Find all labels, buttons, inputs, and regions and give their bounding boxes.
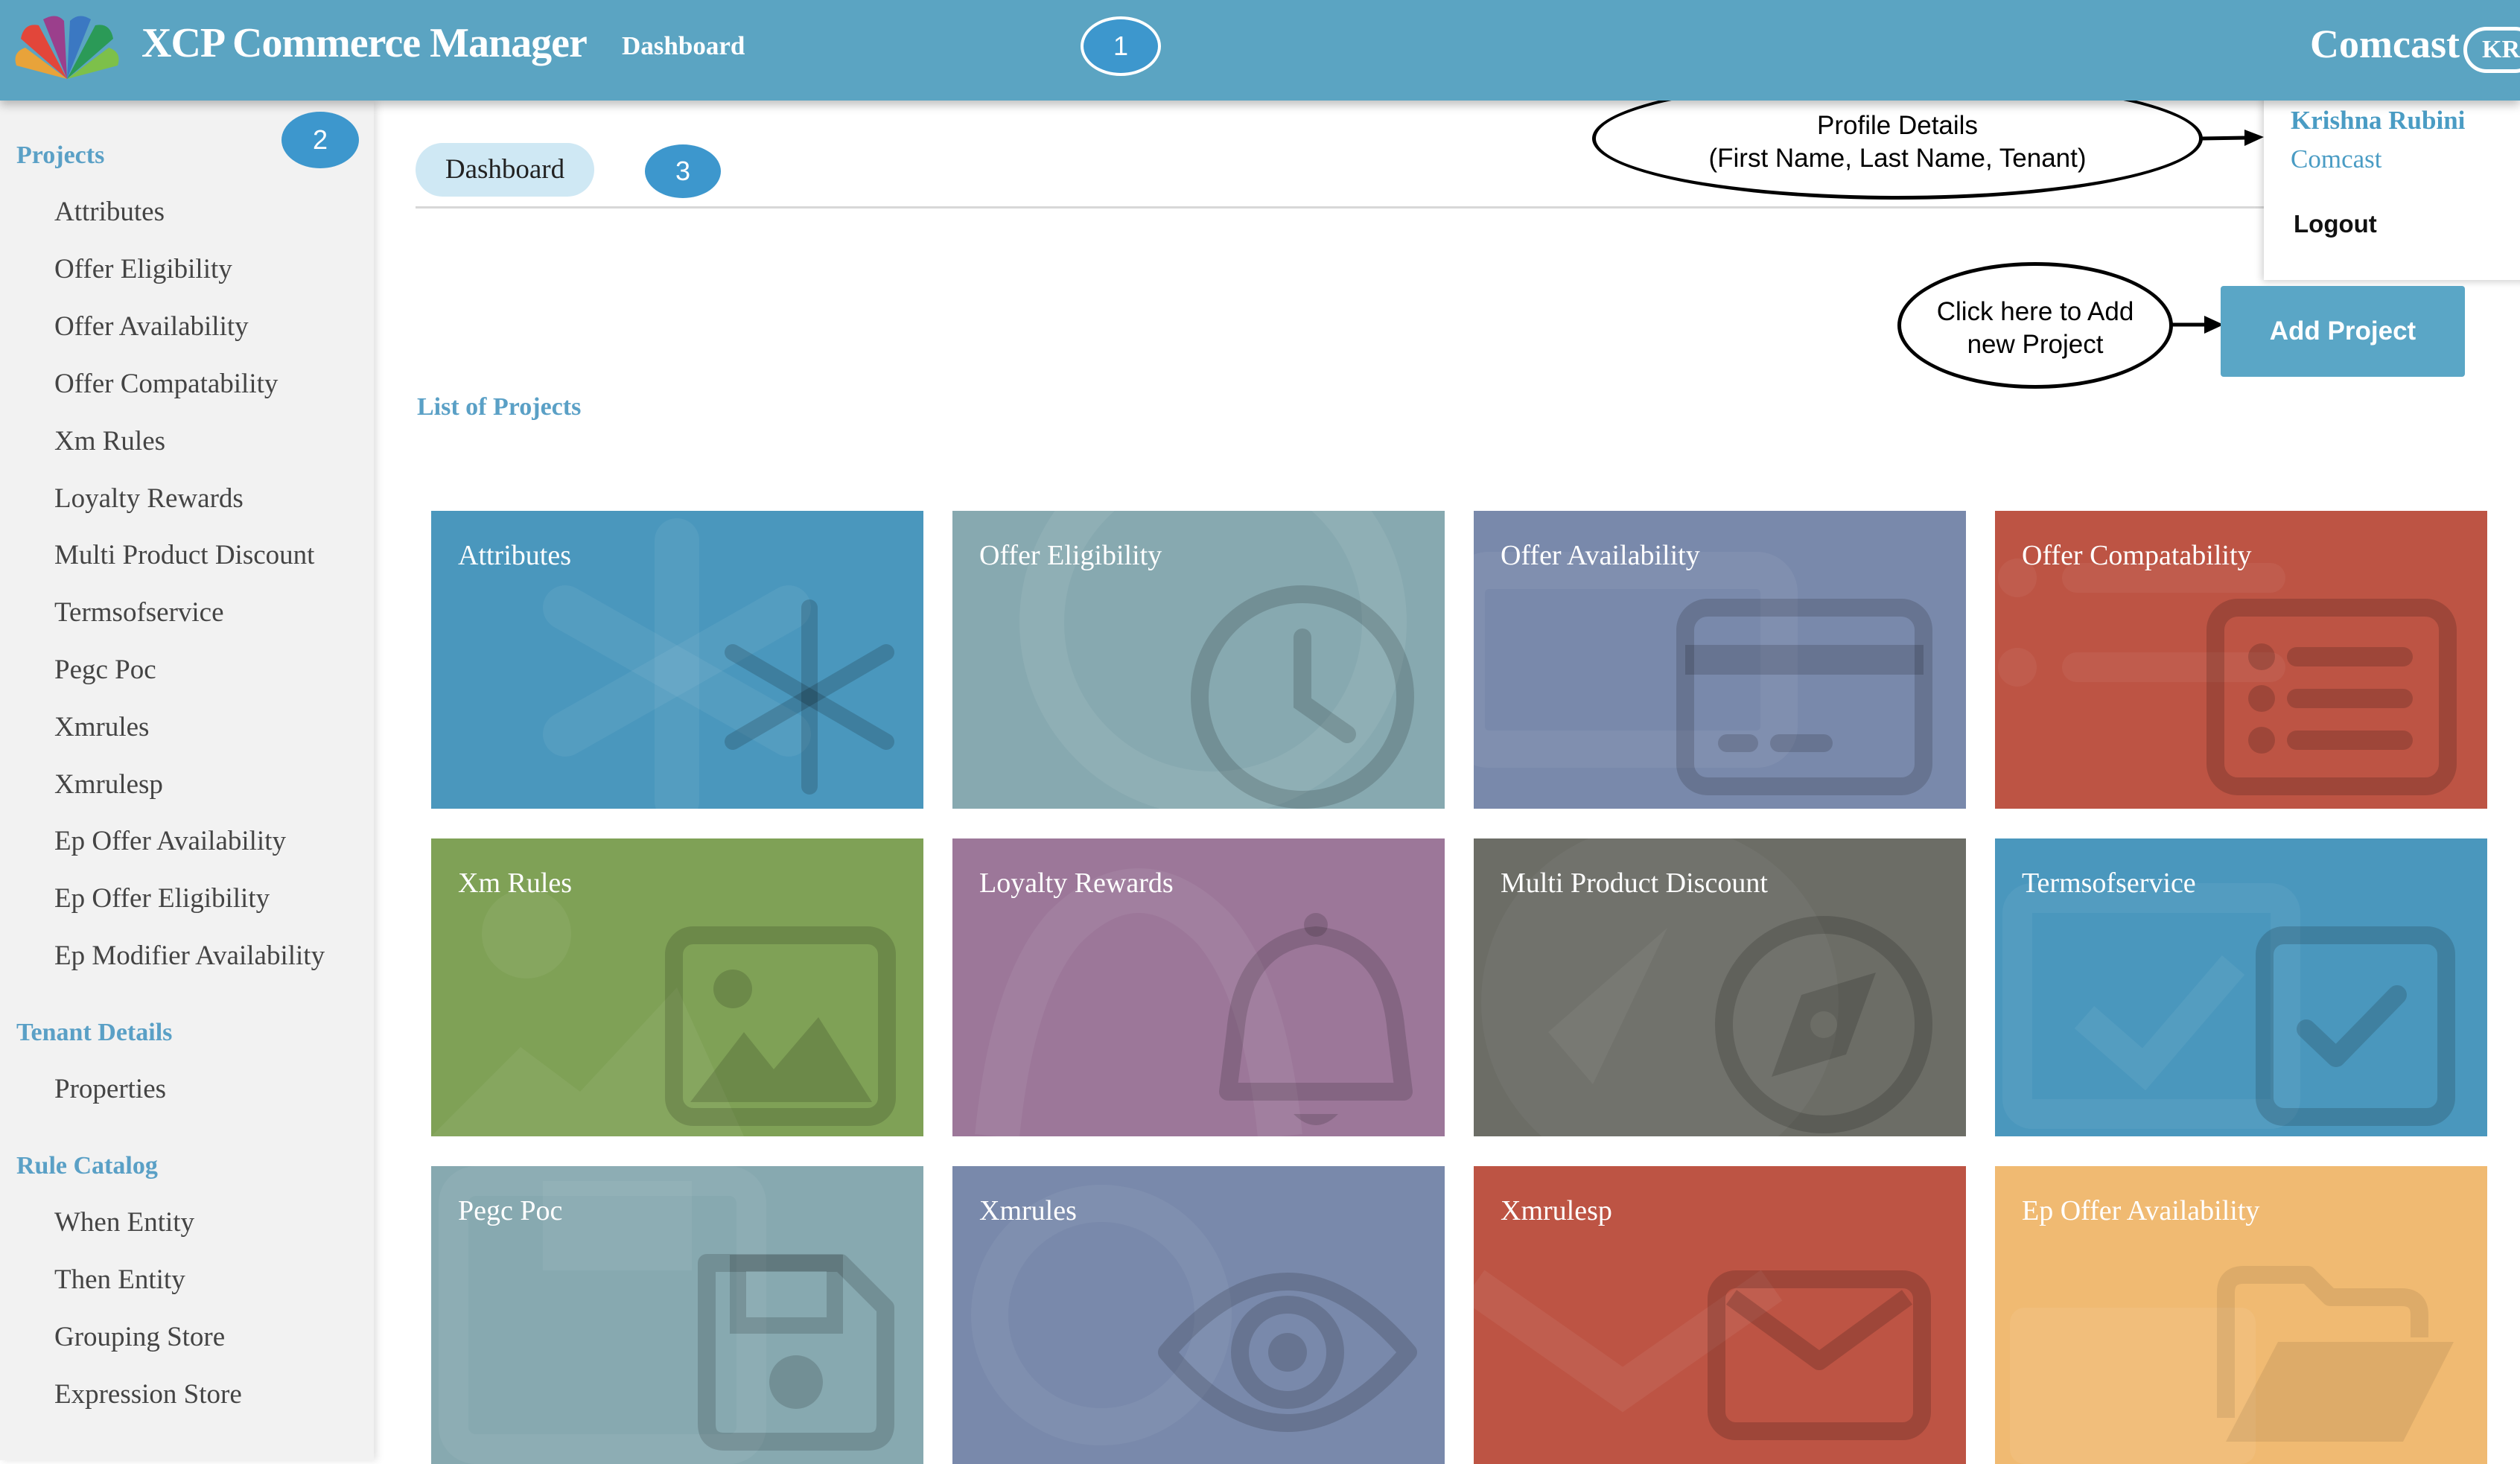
sidebar-section-projects[interactable]: Projects bbox=[16, 141, 104, 170]
tab-dashboard[interactable]: Dashboard bbox=[416, 143, 594, 197]
tile-label: Xmrules bbox=[979, 1195, 1077, 1226]
add-callout-line2: new Project bbox=[1967, 330, 2104, 359]
sidebar-item-expression-store[interactable]: Expression Store bbox=[54, 1378, 242, 1410]
sidebar-item-xm-rules[interactable]: Xm Rules bbox=[54, 425, 165, 457]
profile-tenant: Comcast bbox=[2291, 144, 2382, 174]
profile-callout-line2: (First Name, Last Name, Tenant) bbox=[1708, 144, 2087, 173]
callout-marker-3: 3 bbox=[645, 144, 721, 198]
nav-dashboard-link[interactable]: Dashboard bbox=[622, 31, 745, 61]
profile-arrow-icon bbox=[2201, 130, 2264, 146]
sidebar-item-loyalty-rewards[interactable]: Loyalty Rewards bbox=[54, 483, 244, 515]
sidebar-item-multi-product-discount[interactable]: Multi Product Discount bbox=[54, 539, 314, 571]
tile-label: Xmrulesp bbox=[1501, 1195, 1612, 1226]
add-project-callout: Click here to Add new Project bbox=[1897, 262, 2173, 389]
profile-dropdown: Krishna Rubini Comcast Logout bbox=[2264, 74, 2520, 280]
tile-label: Multi Product Discount bbox=[1501, 868, 1768, 899]
tile-label: Pegc Poc bbox=[458, 1195, 563, 1226]
tile-label: Offer Availability bbox=[1501, 540, 1700, 571]
profile-callout-line1: Profile Details bbox=[1817, 111, 1978, 140]
sidebar-section-rule-catalog[interactable]: Rule Catalog bbox=[16, 1152, 158, 1180]
sidebar-item-offer-compatability[interactable]: Offer Compatability bbox=[54, 368, 278, 400]
project-tile-offer-compatability[interactable]: Offer Compatability bbox=[1995, 511, 2487, 809]
sidebar-item-xmrulesp[interactable]: Xmrulesp bbox=[54, 768, 163, 801]
sidebar-item-attributes[interactable]: Attributes bbox=[54, 196, 165, 228]
project-tile-xmrules[interactable]: Xmrules bbox=[952, 1166, 1445, 1464]
tile-label: Ep Offer Availability bbox=[2022, 1195, 2260, 1226]
sidebar: Projects Attributes Offer Eligibility Of… bbox=[0, 101, 374, 1460]
sidebar-item-properties[interactable]: Properties bbox=[54, 1073, 166, 1105]
project-tile-xm-rules[interactable]: Xm Rules bbox=[431, 838, 923, 1136]
add-callout-line1: Click here to Add bbox=[1936, 297, 2134, 326]
sidebar-item-termsofservice[interactable]: Termsofservice bbox=[54, 596, 224, 628]
app-title[interactable]: XCP Commerce Manager bbox=[141, 19, 588, 67]
callout-marker-1: 1 bbox=[1081, 16, 1161, 76]
logout-button[interactable]: Logout bbox=[2294, 210, 2377, 238]
project-tile-ep-offer-availability[interactable]: Ep Offer Availability bbox=[1995, 1166, 2487, 1464]
sidebar-item-xmrules[interactable]: Xmrules bbox=[54, 711, 149, 743]
project-tile-pegc-poc[interactable]: Pegc Poc bbox=[431, 1166, 923, 1464]
project-tile-offer-availability[interactable]: Offer Availability bbox=[1474, 511, 1966, 809]
top-bar: XCP Commerce Manager Dashboard Comcast K… bbox=[0, 0, 2520, 101]
sidebar-item-offer-eligibility[interactable]: Offer Eligibility bbox=[54, 253, 232, 285]
sidebar-item-offer-availability[interactable]: Offer Availability bbox=[54, 311, 249, 343]
project-tile-attributes[interactable]: Attributes bbox=[431, 511, 923, 809]
tile-label: Termsofservice bbox=[2022, 868, 2196, 899]
add-project-arrow-icon bbox=[2171, 316, 2224, 334]
avatar[interactable]: KR bbox=[2463, 27, 2520, 73]
project-tile-loyalty-rewards[interactable]: Loyalty Rewards bbox=[952, 838, 1445, 1136]
tile-label: Loyalty Rewards bbox=[979, 868, 1174, 899]
sidebar-item-grouping-store[interactable]: Grouping Store bbox=[54, 1321, 225, 1353]
project-tile-offer-eligibility[interactable]: Offer Eligibility bbox=[952, 511, 1445, 809]
tile-label: Attributes bbox=[458, 540, 571, 571]
tile-label: Offer Eligibility bbox=[979, 540, 1162, 571]
sidebar-item-ep-offer-availability[interactable]: Ep Offer Availability bbox=[54, 825, 286, 857]
tenant-name: Comcast bbox=[2310, 22, 2460, 66]
peacock-logo-icon[interactable] bbox=[10, 13, 124, 82]
tab-divider bbox=[416, 206, 2520, 209]
tile-label: Offer Compatability bbox=[2022, 540, 2252, 571]
sidebar-section-tenant-details[interactable]: Tenant Details bbox=[16, 1019, 172, 1047]
sidebar-item-then-entity[interactable]: Then Entity bbox=[54, 1264, 185, 1296]
tile-label: Xm Rules bbox=[458, 868, 573, 899]
sidebar-item-ep-modifier-availability[interactable]: Ep Modifier Availability bbox=[54, 940, 325, 972]
project-tile-xmrulesp[interactable]: Xmrulesp bbox=[1474, 1166, 1966, 1464]
sidebar-item-ep-offer-eligibility[interactable]: Ep Offer Eligibility bbox=[54, 882, 270, 914]
callout-marker-2: 2 bbox=[281, 112, 359, 168]
project-tile-termsofservice[interactable]: Termsofservice bbox=[1995, 838, 2487, 1136]
profile-name: Krishna Rubini bbox=[2291, 106, 2466, 135]
sidebar-item-when-entity[interactable]: When Entity bbox=[54, 1206, 194, 1238]
list-of-projects-title: List of Projects bbox=[417, 393, 582, 421]
project-tile-multi-product-discount[interactable]: Multi Product Discount bbox=[1474, 838, 1966, 1136]
add-project-button[interactable]: Add Project bbox=[2221, 286, 2465, 377]
sidebar-item-pegc-poc[interactable]: Pegc Poc bbox=[54, 654, 156, 686]
